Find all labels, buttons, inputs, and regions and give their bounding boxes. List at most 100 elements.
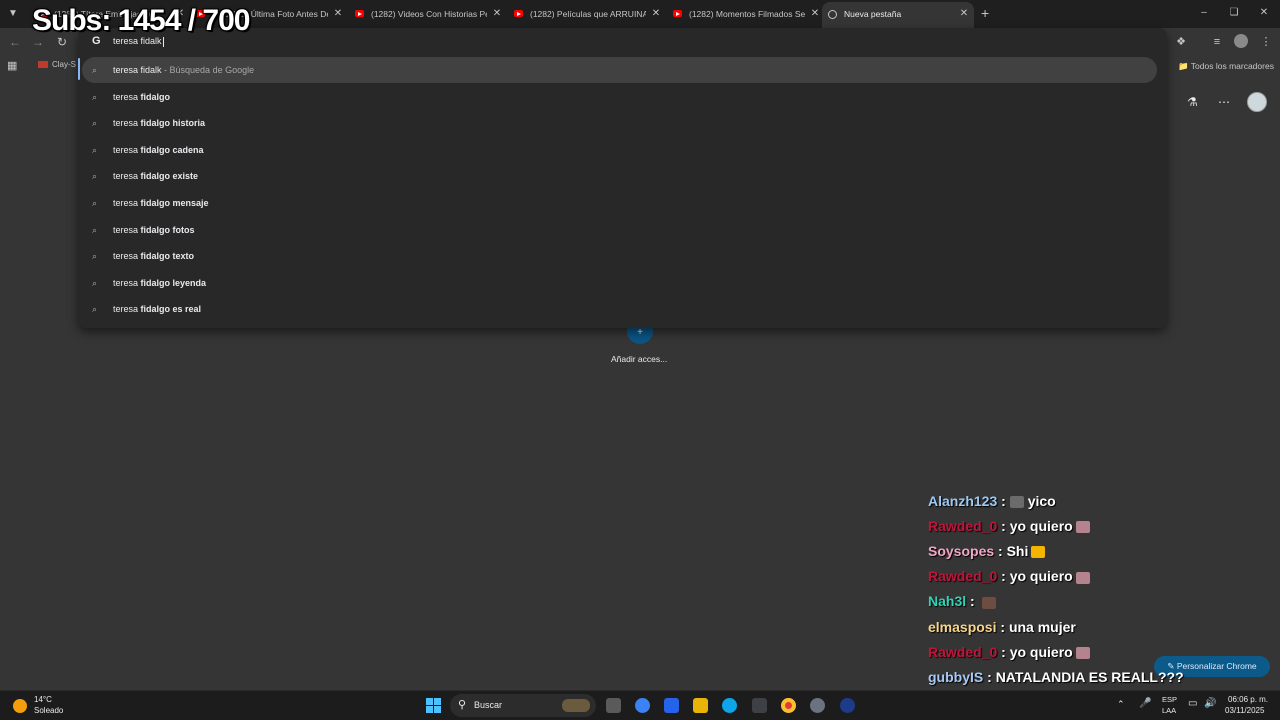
chat-username: Soysopes [928,543,995,560]
chat-message: elmasposi : una mujer [928,619,1076,644]
file-explorer-icon[interactable] [693,698,708,713]
weather-temp[interactable]: 14°C [34,695,52,704]
omnibox-suggestion[interactable]: ⌕ teresa fidalgo [82,84,1157,110]
suggestion-text: teresa fidalgo cadena [113,137,204,163]
omnibox-suggestion[interactable]: ⌕ teresa fidalk - Búsqueda de Google [82,57,1157,83]
suggestion-bold: fidalgo mensaje [140,198,209,208]
chat-separator: : [966,593,979,610]
omnibox-suggestion[interactable]: ⌕ teresa fidalgo mensaje [82,190,1157,216]
task-view-icon[interactable] [606,698,621,713]
tab-search-chevron-icon[interactable]: ▼ [4,5,22,23]
maximize-icon[interactable]: ❏ [1219,4,1249,22]
back-arrow-icon[interactable]: ← [7,34,23,50]
emote-icon [981,596,996,609]
tray-chevron-up-icon[interactable]: ⌃ [1117,699,1125,710]
omnibox-suggestion[interactable]: ⌕ teresa fidalgo fotos [82,217,1157,243]
reading-list-icon[interactable]: ≡ [1209,34,1225,50]
edge-icon[interactable] [722,698,737,713]
menu-kebab-icon[interactable]: ⋮ [1258,34,1274,50]
language-indicator[interactable]: ESP [1162,695,1177,704]
suggestion-plain: teresa [113,224,141,235]
chat-username: Nah3l [928,593,967,610]
search-icon: ⌕ [92,224,98,235]
store-icon[interactable] [664,698,679,713]
tab-title: (1282) Momentos Filmados Seg [689,9,805,19]
search-icon: ⌕ [92,144,98,155]
tab[interactable]: Nueva pestaña ✕ [822,2,974,28]
tab-close-icon[interactable]: ✕ [958,2,970,26]
network-icon[interactable]: ▭ [1188,698,1197,709]
tab-title: Nueva pestaña [844,9,902,19]
tab[interactable]: (1282) Videos Con Historias Pe ✕ [349,3,507,25]
terminal-icon[interactable] [752,698,767,713]
chrome-icon[interactable] [781,698,796,713]
emote-icon [1075,521,1090,534]
suggestion-bold: fidalgo fotos [140,224,195,235]
chat-separator: : [994,543,1007,560]
windows-start-icon[interactable] [426,698,441,713]
chat-separator: : [997,568,1010,585]
chat-username: Alanzh123 [928,493,998,509]
omnibox-suggestion[interactable]: ⌕ teresa fidalgo es real [82,296,1157,322]
chat-separator: : [997,643,1010,660]
chat-message: Soysopes : Shi [928,543,1046,568]
chat-username: elmasposi [928,618,997,635]
emote-icon [1075,646,1090,659]
tab-close-icon[interactable]: ✕ [491,3,503,25]
chat-text: yico [1027,493,1056,509]
suggestion-bold: fidalgo historia [140,118,206,129]
new-tab-button[interactable]: + [981,4,995,22]
chat-separator: : [983,668,996,685]
account-avatar[interactable] [1247,92,1267,112]
suggestion-bold: fidalgo leyenda [140,277,207,288]
tab-close-icon[interactable]: ✕ [650,3,662,25]
emote-icon [1075,571,1090,584]
search-icon: ⌕ [92,251,98,262]
chat-username: gubbyIS [928,668,984,685]
chat-username: Rawded_0 [928,518,998,535]
tab[interactable]: (1282) Momentos Filmados Seg ✕ [667,3,825,25]
omnibox-suggestion[interactable]: ⌕ teresa fidalgo leyenda [82,270,1157,296]
omnibox-suggestion[interactable]: ⌕ teresa fidalgo texto [82,243,1157,269]
chat-message: Nah3l : [928,593,996,618]
extensions-puzzle-icon[interactable]: ❖ [1173,34,1189,50]
suggestion-bold: fidalgo texto [140,251,195,262]
all-bookmarks-label: Todos los marcadores [1190,61,1274,71]
suggestion-plain: teresa [113,251,141,262]
suggestion-bold: fidalgo es real [140,304,202,315]
sun-icon[interactable] [13,699,27,713]
clock-time[interactable]: 06:06 p. m. [1228,695,1268,704]
tab-title: (1282) Videos Con Historias Pe [371,9,487,19]
youtube-icon [673,10,682,17]
suggestion-text: teresa fidalgo es real [113,296,201,322]
apps-grid-icon[interactable]: ▦ [7,60,19,72]
close-window-icon[interactable]: ✕ [1249,4,1279,22]
omnibox-suggestion[interactable]: ⌕ teresa fidalgo cadena [82,137,1157,163]
labs-flask-icon[interactable]: ⚗ [1187,95,1198,109]
weather-condition[interactable]: Soleado [34,706,63,715]
chat-username: Rawded_0 [928,643,998,660]
suggestion-plain: teresa [113,171,141,182]
app-icon[interactable] [840,698,855,713]
obs-icon[interactable] [810,698,825,713]
google-apps-icon[interactable]: ⋯ [1218,95,1230,109]
language-layout[interactable]: LAA [1162,706,1176,715]
omnibox-suggestion[interactable]: ⌕ teresa fidalgo historia [82,110,1157,136]
bookmark-item[interactable]: Clay-S [38,60,76,69]
tab[interactable]: (1282) Películas que ARRUINAR ✕ [508,3,666,25]
volume-icon[interactable]: 🔊 [1204,698,1216,709]
tab-close-icon[interactable]: ✕ [809,3,821,25]
clock-date[interactable]: 03/11/2025 [1225,706,1264,715]
tab-title: (1282) Películas que ARRUINAR [530,9,646,19]
suggestion-text: teresa fidalgo texto [113,243,194,269]
taskbar-search[interactable]: ⚲ Buscar [450,694,596,717]
profile-avatar[interactable] [1234,34,1248,48]
all-bookmarks-button[interactable]: 📁 Todos los marcadores [1178,61,1274,72]
tab-close-icon[interactable]: ✕ [332,3,344,25]
omnibox-suggestion[interactable]: ⌕ teresa fidalgo existe [82,163,1157,189]
chat-text: yo quiero [1009,643,1073,660]
minimize-icon[interactable]: – [1189,4,1219,22]
microphone-icon[interactable]: 🎤 [1139,698,1151,709]
suggestion-plain: teresa [113,198,141,208]
copilot-icon[interactable] [635,698,650,713]
